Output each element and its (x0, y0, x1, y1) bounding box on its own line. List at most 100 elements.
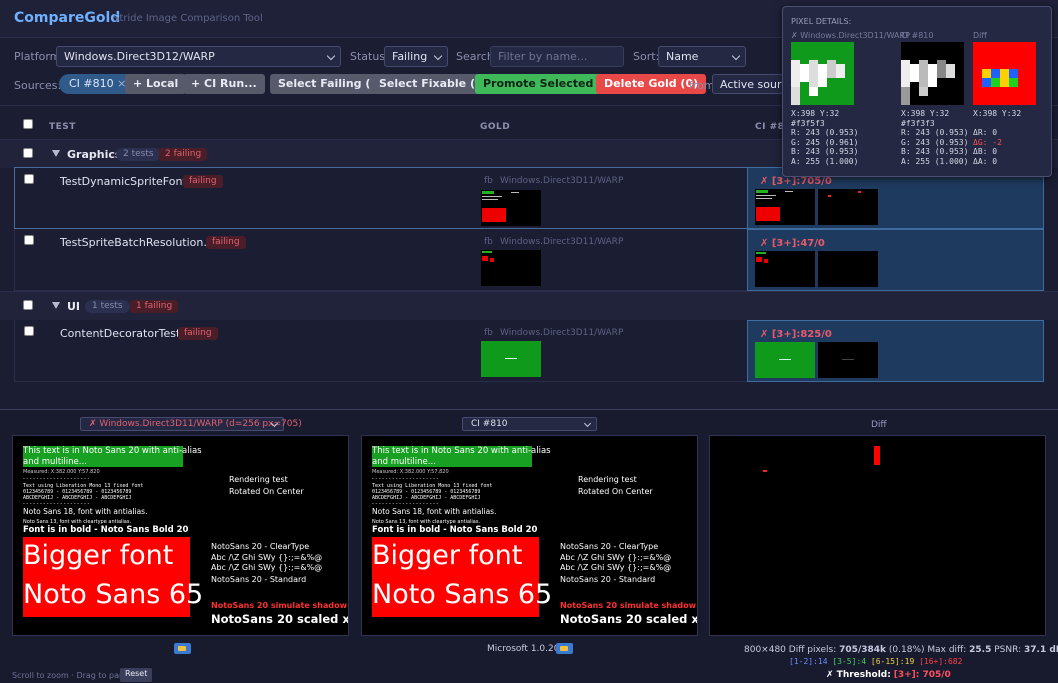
row-checkbox[interactable] (24, 235, 34, 245)
add-local-button[interactable]: + Local (125, 74, 187, 94)
stats-psnr: 37.1 dB (1024, 645, 1058, 655)
diff-panel-label: Diff (871, 420, 887, 430)
render-text: Abc /\Z Ghi SWy {}:;=&%@ (211, 553, 323, 562)
collapse-icon[interactable] (52, 150, 60, 157)
render-text: Bigger font (23, 540, 174, 571)
render-text: Rotated On Center (578, 487, 653, 496)
zoom-hint: Scroll to zoom · Drag to pan (12, 671, 125, 680)
search-input[interactable]: Filter by name... (490, 46, 624, 67)
status-select[interactable]: Failing (384, 46, 448, 67)
ci-source-select[interactable]: CI #810 (462, 417, 597, 431)
group-test-count: 2 tests (116, 148, 161, 161)
reset-button[interactable]: Reset (120, 668, 153, 682)
threshold-value: [3+]: 705/0 (893, 670, 951, 680)
ci-cell[interactable]: ✗ [3+]:825/0 (747, 320, 1044, 382)
render-text: NotoSans 20 - ClearType (560, 542, 659, 551)
col-test-header[interactable]: TEST (49, 122, 76, 132)
platform-select[interactable]: Windows.Direct3D12/WARP (56, 46, 341, 67)
diff-buckets: [1-2]:14 [3-5]:4 [6-15]:19 [16+]:682 (789, 657, 962, 666)
gold-thumbnail[interactable] (481, 190, 541, 226)
add-ci-run-button[interactable]: + CI Run... (183, 74, 265, 94)
folder-icon[interactable] (556, 643, 573, 654)
gold-thumbnail[interactable] (481, 250, 541, 286)
ci-image-viewer[interactable]: This text is in Noto Sans 20 with anti-a… (361, 435, 698, 636)
group-failing-count: 2 failing (159, 148, 208, 161)
render-text: Measured: X:382.000 Y:57.820 (23, 469, 100, 475)
diff-delta-r: ΔR: 0 (973, 128, 998, 137)
stats-pixels: 705/384k (839, 645, 887, 655)
gold-thumbnail[interactable] (481, 341, 541, 377)
sort-label: Sort: (633, 50, 660, 63)
render-text: NotoSans 20 - ClearType (211, 542, 310, 551)
diff-hotspot (763, 470, 767, 472)
render-text: NotoSans 20 simulate shadow (211, 601, 348, 610)
stats-pct: (0.18%) Max diff: (888, 645, 967, 655)
render-text: NotoSans 20 simulate shadow (560, 601, 697, 610)
select-all-checkbox[interactable] (23, 119, 33, 129)
collapse-icon[interactable] (52, 302, 60, 309)
diff-stats: 800×480 Diff pixels: 705/384k (0.18%) Ma… (744, 645, 1058, 655)
diff-hotspot (874, 446, 880, 465)
chevron-down-icon (731, 51, 741, 61)
ci-thumbnail[interactable] (755, 189, 815, 225)
from-label: from (689, 79, 715, 92)
group-checkbox[interactable] (23, 300, 33, 310)
gold-source: Windows.Direct3D11/WARP (500, 237, 624, 247)
diff-thumbnail[interactable] (818, 342, 878, 378)
status-badge: failing (183, 175, 223, 188)
gold-column-header: ✗ Windows.Direct3D11/WARP (791, 31, 910, 40)
gold-source: Windows.Direct3D11/WARP (500, 328, 624, 338)
render-text: Abc /\Z Ghi SWy {}:;=&%@ (560, 563, 672, 572)
render-text: Noto Sans 18, font with antialias. (372, 507, 497, 516)
diff-thumbnail[interactable] (818, 251, 878, 287)
gold-source-value: ✗ Windows.Direct3D11/WARP (d=256 px=705) (89, 419, 302, 429)
gold-image-viewer[interactable]: This text is in Noto Sans 20 with anti-a… (12, 435, 349, 636)
group-name: Graphics (67, 148, 122, 161)
app-title: CompareGold (14, 10, 121, 26)
render-text: Rendering test (578, 475, 637, 484)
status-badge: failing (178, 327, 218, 340)
chevron-down-icon (433, 51, 443, 61)
group-ui[interactable]: UI 1 tests 1 failing (0, 291, 1058, 320)
row-checkbox[interactable] (24, 326, 34, 336)
diff-column-header: Diff (973, 31, 987, 40)
ci-cell[interactable]: ✗ [3+]:47/0 (747, 229, 1044, 291)
render-text: Font is in bold - Noto Sans Bold 20 (23, 525, 189, 535)
gold-format-icon: fb (484, 328, 493, 338)
diff-delta-g: ΔG: -2 (973, 137, 1002, 147)
diff-coords: X:398 Y:32 (973, 109, 1022, 118)
group-test-count: 1 tests (85, 300, 130, 313)
gold-format-icon: fb (484, 176, 493, 186)
table-row[interactable]: ContentDecoratorTest.png failing fb Wind… (14, 320, 748, 382)
col-gold-header[interactable]: GOLD (480, 122, 510, 132)
chevron-down-icon (583, 419, 592, 428)
gold-source: Windows.Direct3D11/WARP (500, 176, 624, 186)
ci-thumbnail[interactable] (755, 251, 815, 287)
bucket-3: [6-15]:19 (870, 657, 915, 666)
group-checkbox[interactable] (23, 148, 33, 158)
threshold-status: ✗ Threshold: [3+]: 705/0 (826, 670, 951, 680)
app-subtitle: Stride Image Comparison Tool (113, 13, 263, 24)
sources-label: Sources: (14, 79, 62, 92)
render-text: Noto Sans 65 (372, 579, 553, 610)
diff-image-viewer[interactable] (709, 435, 1046, 636)
render-text: and multiline... (372, 457, 436, 467)
source-chip-label: CI #810 (69, 77, 114, 90)
ci-thumbnail[interactable] (755, 342, 815, 378)
gold-source-select[interactable]: ✗ Windows.Direct3D11/WARP (d=256 px=705) (80, 417, 302, 431)
render-text: NotoSans 20 scaled x1.5 (211, 612, 348, 626)
pixel-details-popup: PIXEL DETAILS: ✗ Windows.Direct3D11/WARP… (782, 6, 1052, 177)
stats-maxdiff: 25.5 (969, 645, 992, 655)
render-text: Abc /\Z Ghi SWy {}:;=&%@ (211, 563, 323, 572)
table-row[interactable]: TestSpriteBatchResolution.f3.png failing… (14, 229, 748, 291)
stats-dims: 800×480 Diff pixels: (744, 645, 837, 655)
diff-thumbnail[interactable] (818, 189, 878, 225)
render-text: NotoSans 20 - Standard (211, 575, 307, 584)
table-row[interactable]: TestDynamicSpriteFont.png failing fb Win… (14, 167, 748, 229)
sort-select[interactable]: Name (658, 46, 746, 67)
folder-icon[interactable] (174, 643, 191, 654)
render-text: Bigger font (372, 540, 523, 571)
pixel-details-title: PIXEL DETAILS: (791, 17, 852, 26)
row-checkbox[interactable] (24, 174, 34, 184)
render-text: Noto Sans 65 (23, 579, 204, 610)
